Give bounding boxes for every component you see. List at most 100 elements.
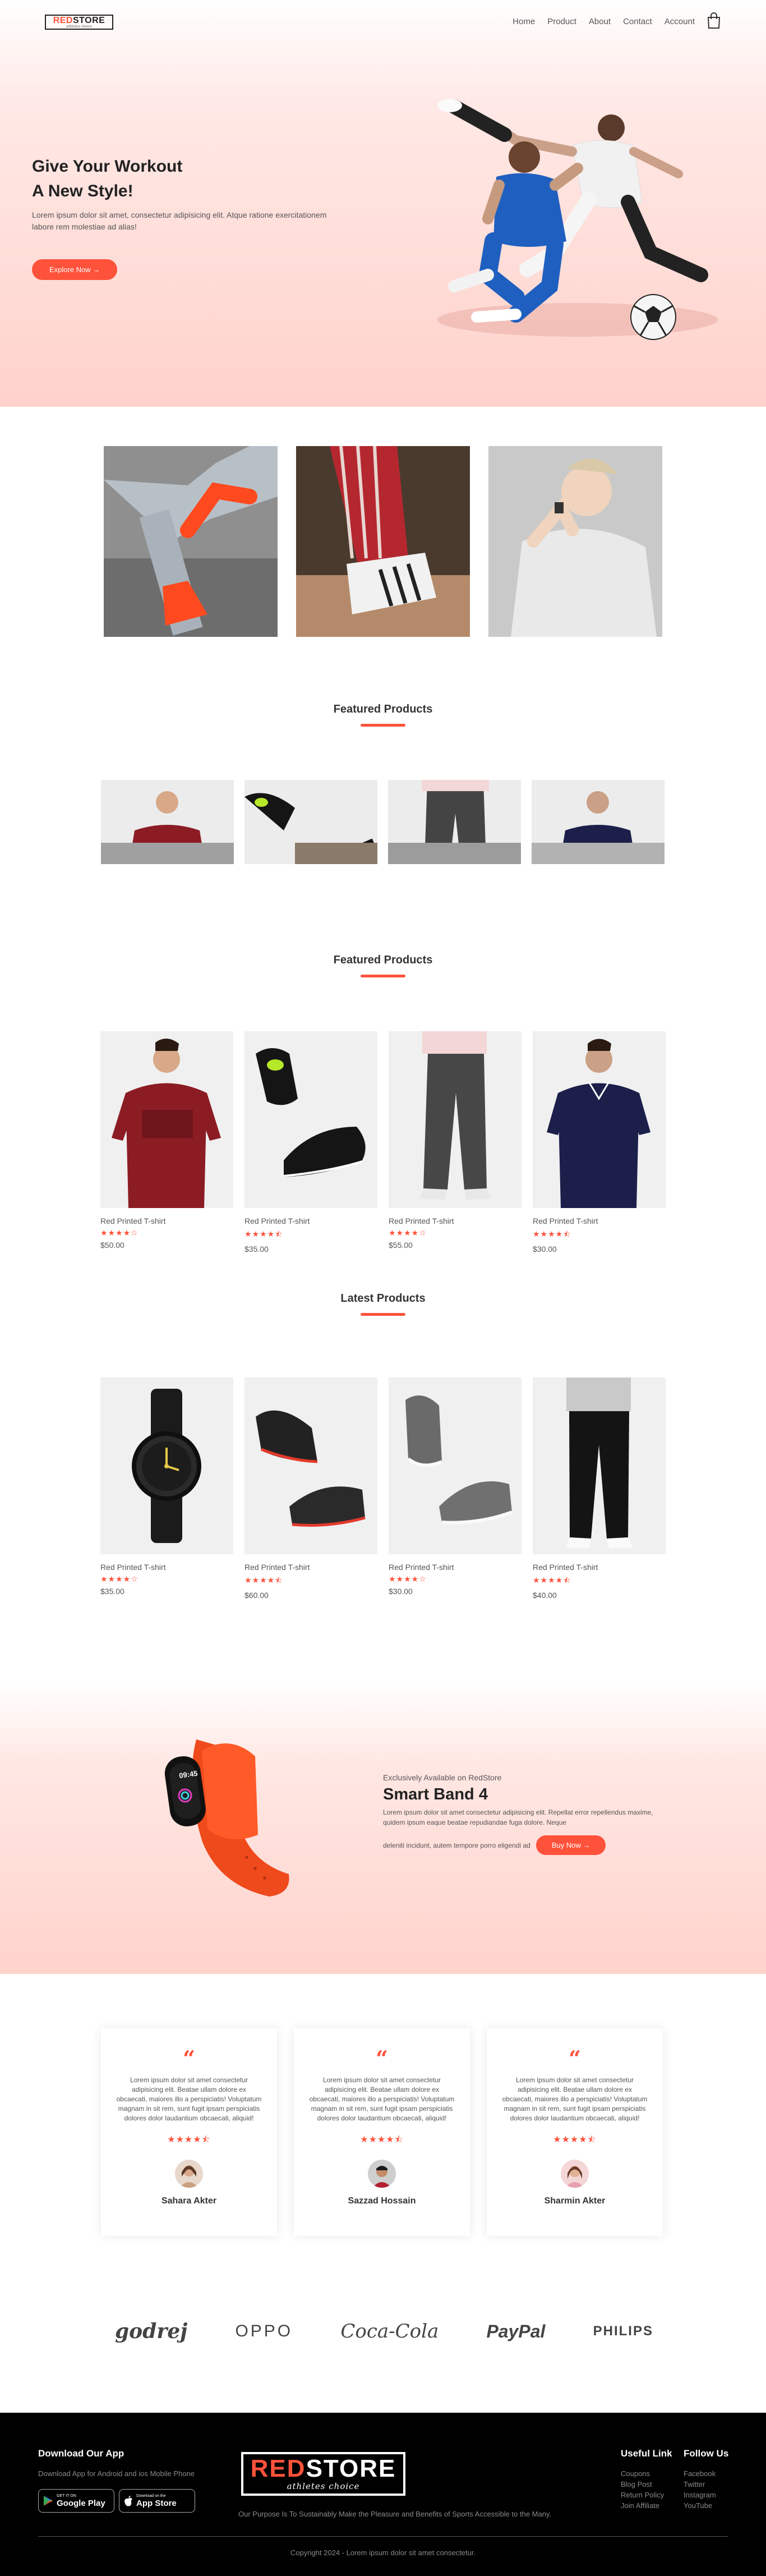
thumb-navy-polo[interactable] bbox=[532, 780, 665, 864]
product-card[interactable]: Red Printed T-shirt ★★★★⯪ $35.00 bbox=[244, 1031, 377, 1253]
navbar: REDSTORE athletes choice Home Product Ab… bbox=[0, 0, 766, 45]
buy-now-button[interactable]: Buy Now → bbox=[536, 1835, 606, 1855]
product-price: $30.00 bbox=[389, 1587, 413, 1596]
google-play-badge[interactable]: GET IT ON Google Play bbox=[38, 2489, 114, 2513]
product-card[interactable]: Red Printed T-shirt ★★★★☆ $35.00 bbox=[100, 1377, 233, 1600]
offer-text: Exclusively Available on RedStore Smart … bbox=[383, 1773, 675, 1855]
testimonial-card: “ Lorem ipsum dolor sit amet consectetur… bbox=[294, 2028, 470, 2236]
footer-logo-white: STORE bbox=[306, 2455, 396, 2482]
quote-icon: “ bbox=[569, 2046, 581, 2071]
product-card[interactable]: Red Printed T-shirt ★★★★⯪ $30.00 bbox=[533, 1031, 666, 1253]
category-image-trackpants[interactable] bbox=[296, 446, 470, 637]
avatar bbox=[561, 2160, 589, 2188]
testimonial-rating: ★★★★⯪ bbox=[360, 2135, 404, 2145]
footer-logo[interactable]: REDSTORE athletes choice bbox=[241, 2452, 405, 2496]
brand-logo-philips[interactable]: PHILIPS bbox=[593, 2324, 653, 2339]
product-name[interactable]: Red Printed T-shirt bbox=[533, 1216, 666, 1225]
product-rating: ★★★★⯪ bbox=[244, 1229, 283, 1238]
link-coupons[interactable]: Coupons bbox=[621, 2468, 672, 2479]
link-youtube[interactable]: YouTube bbox=[684, 2500, 728, 2511]
app-store-label: App Store bbox=[136, 2498, 177, 2508]
product-image-black-shoe[interactable] bbox=[244, 1031, 377, 1208]
category-image-hoodie[interactable] bbox=[488, 446, 662, 637]
product-image-grey-slipons[interactable] bbox=[389, 1377, 522, 1554]
cart-icon[interactable] bbox=[707, 12, 721, 29]
follow-title: Follow Us bbox=[684, 2448, 729, 2459]
hero-title: Give Your Workout A New Style! bbox=[32, 154, 346, 204]
product-card[interactable]: Red Printed T-shirt ★★★★⯪ $60.00 bbox=[244, 1377, 377, 1600]
nav-about[interactable]: About bbox=[589, 17, 611, 26]
product-name[interactable]: Red Printed T-shirt bbox=[244, 1563, 377, 1572]
product-card[interactable]: Red Printed T-shirt ★★★★☆ $55.00 bbox=[389, 1031, 522, 1253]
nav-product[interactable]: Product bbox=[547, 17, 576, 26]
link-blog-post[interactable]: Blog Post bbox=[621, 2479, 672, 2490]
thumb-red-tshirt[interactable] bbox=[101, 780, 234, 864]
footer: Download Our App Download App for Androi… bbox=[0, 2413, 766, 2576]
product-name[interactable]: Red Printed T-shirt bbox=[389, 1563, 522, 1572]
brand-logo-paypal[interactable]: PayPal bbox=[486, 2321, 545, 2342]
testimonial-text: Lorem ipsum dolor sit amet consectetur a… bbox=[502, 2076, 648, 2122]
product-image-hrx-shoes[interactable] bbox=[244, 1377, 377, 1554]
hero-title-line2: A New Style! bbox=[32, 182, 133, 200]
product-image-black-joggers[interactable] bbox=[533, 1377, 666, 1554]
product-rating: ★★★★☆ bbox=[100, 1228, 139, 1237]
footer-app-title: Download Our App bbox=[38, 2448, 124, 2459]
product-card[interactable]: Red Printed T-shirt ★★★★⯪ $40.00 bbox=[533, 1377, 666, 1600]
product-name[interactable]: Red Printed T-shirt bbox=[100, 1563, 233, 1572]
explore-button[interactable]: Explore Now → bbox=[32, 259, 118, 280]
logo-tagline: athletes choice bbox=[66, 24, 92, 29]
nav-contact[interactable]: Contact bbox=[623, 17, 652, 26]
brand-logo-coca-cola[interactable]: Coca-Cola bbox=[340, 2320, 439, 2343]
link-join-affiliate[interactable]: Join Affiliate bbox=[621, 2500, 672, 2511]
offer-subtitle: Exclusively Available on RedStore bbox=[383, 1773, 502, 1782]
nav-home[interactable]: Home bbox=[513, 17, 535, 26]
product-image-watch[interactable] bbox=[100, 1377, 233, 1554]
footer-logo-red: RED bbox=[250, 2455, 306, 2482]
footer-app: Download Our App Download App for Androi… bbox=[38, 2448, 240, 2513]
logo-red-text: RED bbox=[53, 15, 73, 25]
product-card[interactable]: Red Printed T-shirt ★★★★☆ $50.00 bbox=[100, 1031, 233, 1253]
testimonial-card: “ Lorem ipsum dolor sit amet consectetur… bbox=[101, 2028, 277, 2236]
product-price: $30.00 bbox=[533, 1245, 557, 1253]
footer-divider bbox=[38, 2536, 728, 2537]
featured-title-2: Featured Products bbox=[0, 954, 766, 977]
offer-section: 09:45 Exclusively Available on RedStore … bbox=[0, 1678, 766, 1974]
category-image-sneakers[interactable] bbox=[104, 446, 278, 637]
testimonial-rating: ★★★★⯪ bbox=[167, 2135, 211, 2145]
logo-black-text: STORE bbox=[72, 15, 105, 25]
link-return-policy[interactable]: Return Policy bbox=[621, 2490, 672, 2500]
product-name[interactable]: Red Printed T-shirt bbox=[533, 1563, 666, 1572]
google-play-label: Google Play bbox=[57, 2498, 105, 2508]
product-price: $35.00 bbox=[100, 1587, 124, 1596]
product-name[interactable]: Red Printed T-shirt bbox=[244, 1216, 377, 1225]
footer-purpose: Our Purpose Is To Sustainably Make the P… bbox=[238, 2510, 552, 2518]
brand-logo-godrej[interactable]: godrej bbox=[115, 2320, 187, 2343]
useful-links-title: Useful Link bbox=[621, 2448, 672, 2459]
nav-account[interactable]: Account bbox=[665, 17, 695, 26]
app-store-small: Download on the bbox=[136, 2494, 166, 2498]
thumb-black-shoe[interactable] bbox=[244, 780, 377, 864]
product-image-grey-joggers[interactable] bbox=[389, 1031, 522, 1208]
product-price: $50.00 bbox=[100, 1241, 124, 1250]
footer-logo-tagline: athletes choice bbox=[287, 2481, 360, 2491]
thumb-grey-joggers[interactable] bbox=[388, 780, 521, 864]
app-store-badge[interactable]: Download on the App Store bbox=[119, 2489, 195, 2513]
testimonial-name: Sazzad Hossain bbox=[348, 2196, 416, 2206]
offer-description-2: deleniti incidunt, autem tempore porro e… bbox=[383, 1841, 530, 1849]
main-menu: Home Product About Contact Account bbox=[513, 17, 695, 26]
link-twitter[interactable]: Twitter bbox=[684, 2479, 728, 2490]
product-image-red-tshirt[interactable] bbox=[100, 1031, 233, 1208]
categories bbox=[104, 446, 662, 637]
testimonial-text: Lorem ipsum dolor sit amet consectetur a… bbox=[116, 2076, 262, 2122]
product-name[interactable]: Red Printed T-shirt bbox=[389, 1216, 522, 1225]
hero-section: REDSTORE athletes choice Home Product Ab… bbox=[0, 0, 766, 407]
logo[interactable]: REDSTORE athletes choice bbox=[45, 15, 113, 30]
product-card[interactable]: Red Printed T-shirt ★★★★☆ $30.00 bbox=[389, 1377, 522, 1600]
brand-logo-oppo[interactable]: OPPO bbox=[235, 2322, 293, 2341]
product-rating: ★★★★☆ bbox=[100, 1574, 139, 1583]
product-name[interactable]: Red Printed T-shirt bbox=[100, 1216, 233, 1225]
link-instagram[interactable]: Instagram bbox=[684, 2490, 728, 2500]
link-facebook[interactable]: Facebook bbox=[684, 2468, 728, 2479]
product-image-navy-polo[interactable] bbox=[533, 1031, 666, 1208]
smart-band-image: 09:45 bbox=[164, 1739, 289, 1897]
